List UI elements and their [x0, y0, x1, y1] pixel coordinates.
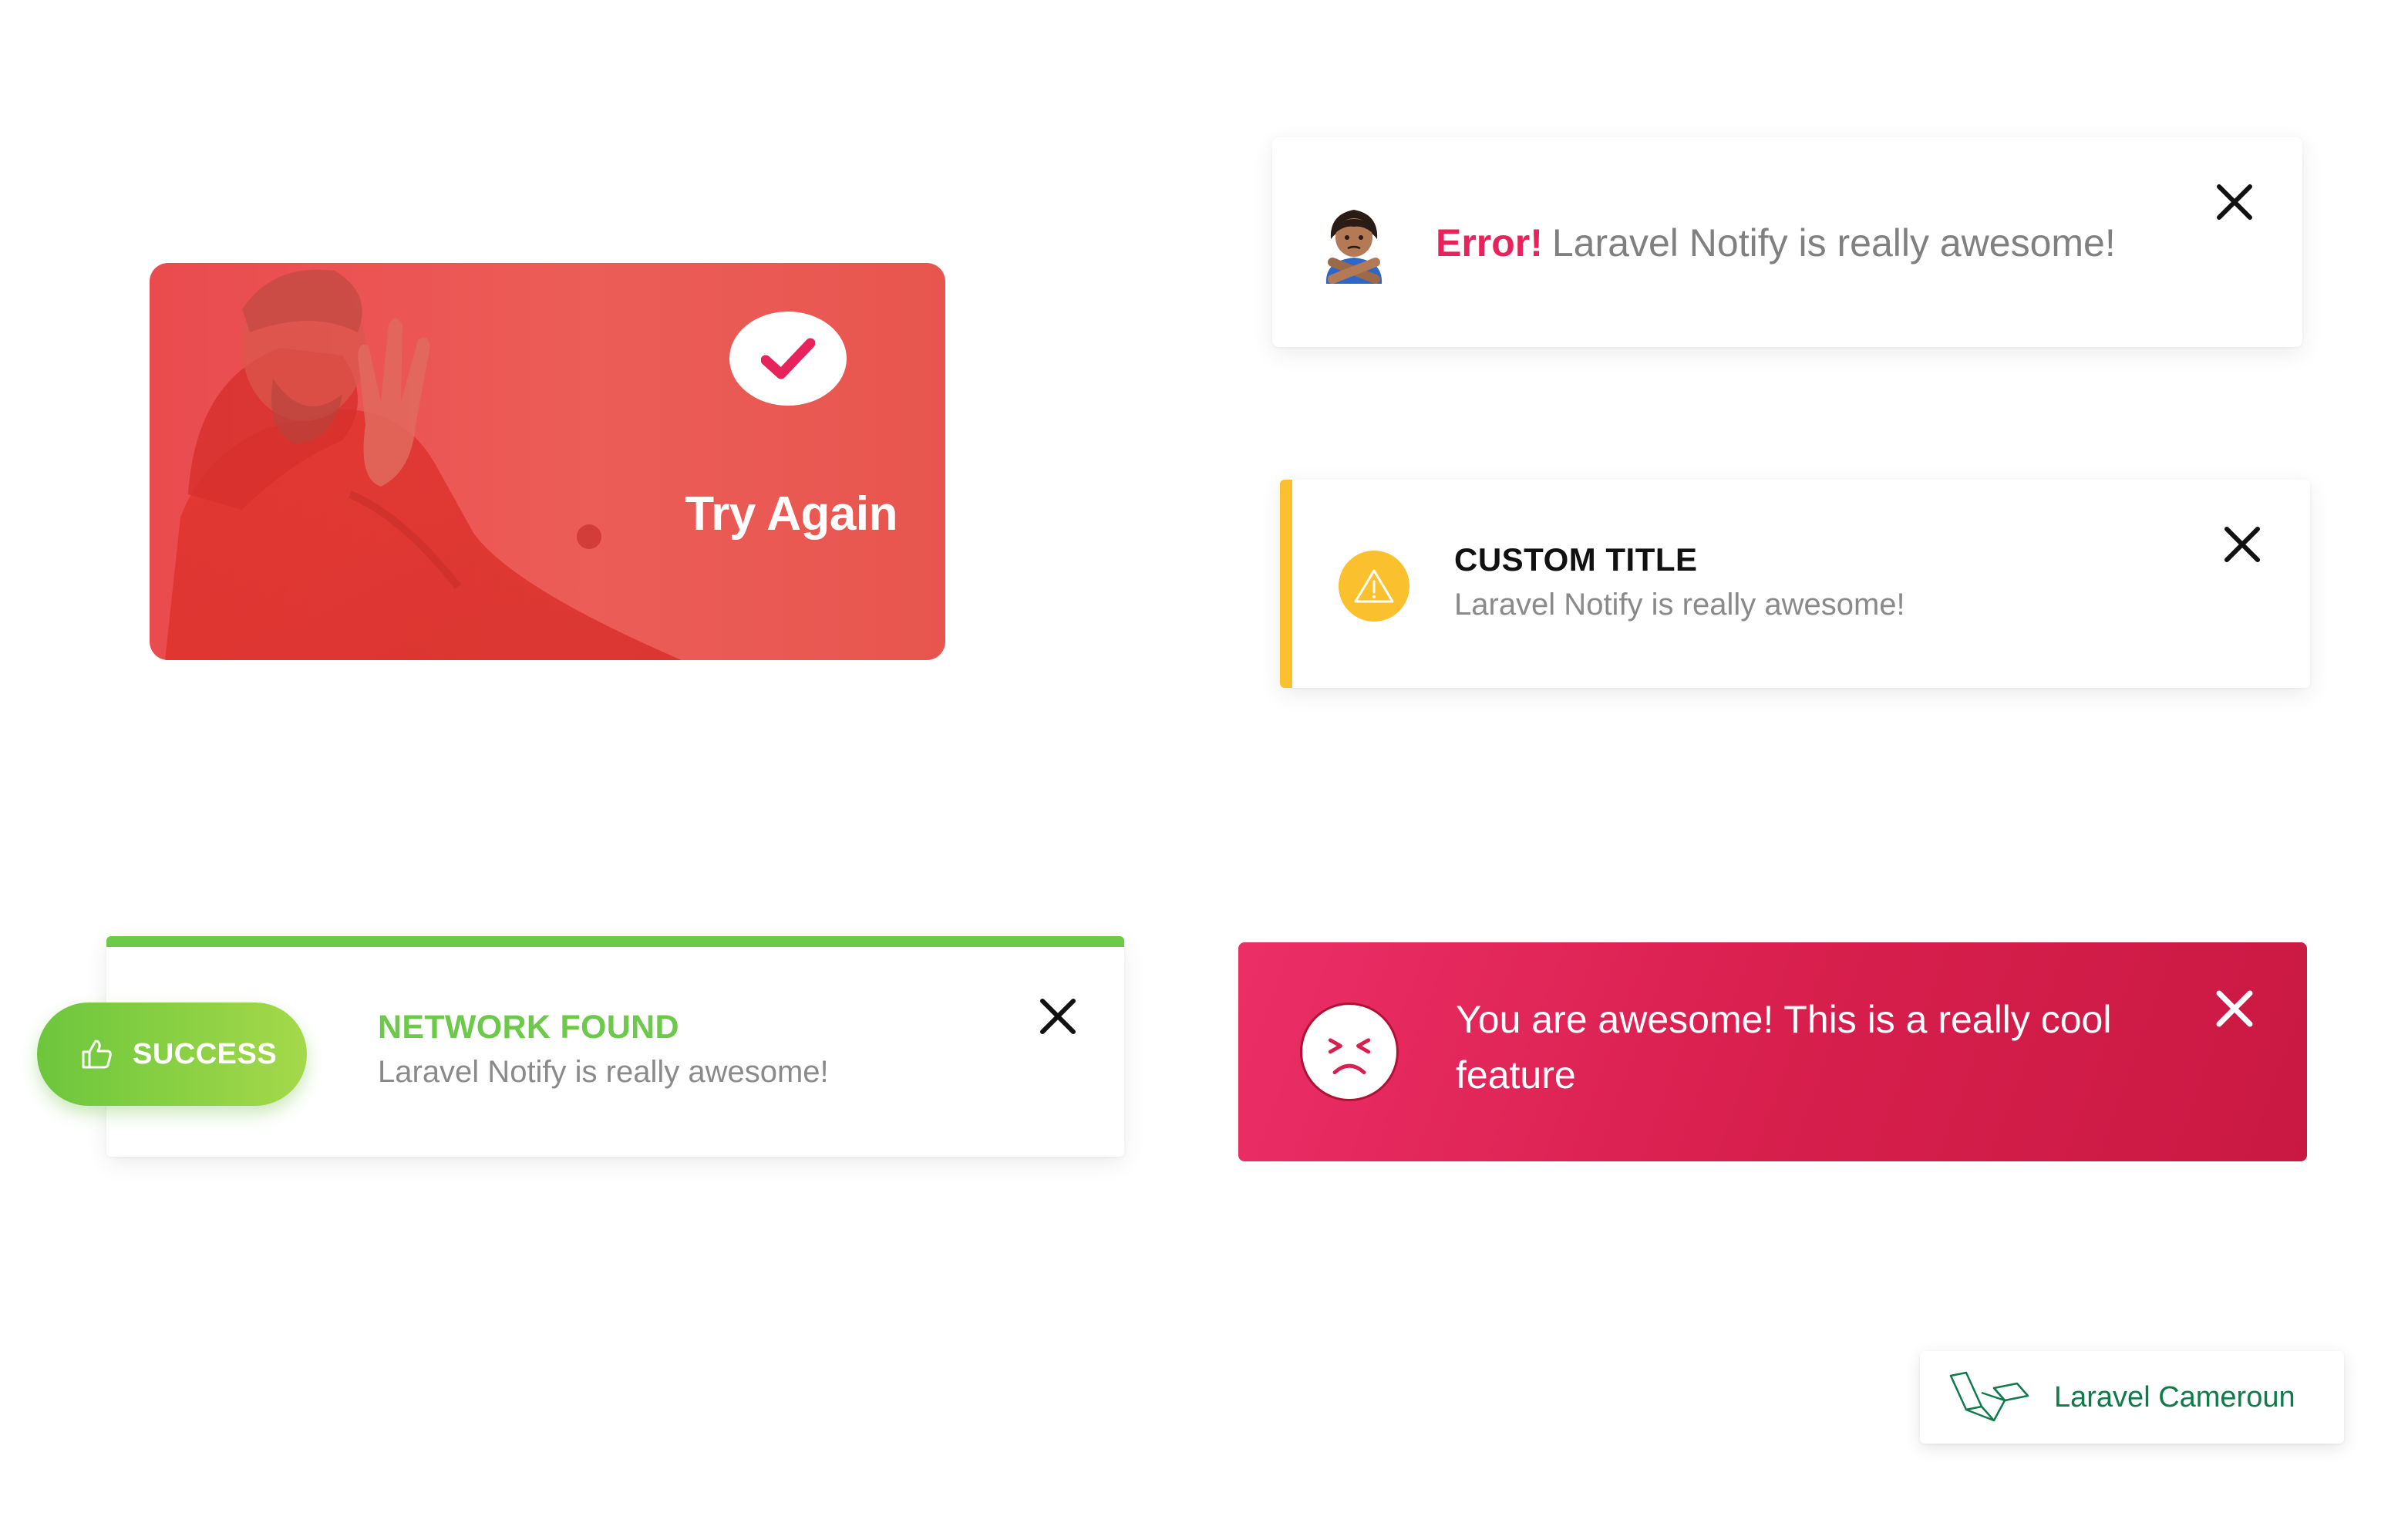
- drake-notification-card: Try Again: [150, 263, 945, 660]
- notification-message: You are awesome! This is a really cool f…: [1456, 998, 2112, 1097]
- custom-title-notification-card: CUSTOM TITLE Laravel Notify is really aw…: [1280, 480, 2310, 688]
- progress-bar: [106, 936, 1124, 947]
- close-icon[interactable]: [1035, 993, 1081, 1040]
- notification-message: Laravel Notify is really awesome!: [1454, 588, 1905, 622]
- person-gesturing-no-emoji: [1325, 210, 1382, 284]
- accent-bar: [1280, 480, 1292, 688]
- error-emphasis: Error!: [1436, 221, 1543, 265]
- awesome-notification-card: You are awesome! This is a really cool f…: [1238, 942, 2307, 1161]
- close-icon[interactable]: [2211, 986, 2258, 1032]
- warning-icon: [1339, 551, 1409, 622]
- success-badge-label: SUCCESS: [133, 1037, 278, 1070]
- laravel-logo-icon: [1949, 1371, 2029, 1422]
- close-icon[interactable]: [2219, 521, 2265, 568]
- brand-label: Laravel Cameroun: [2054, 1380, 2295, 1414]
- error-notification-card: Error! Laravel Notify is really awesome!: [1272, 137, 2302, 347]
- drake-card-label: Try Again: [685, 487, 898, 541]
- success-badge: SUCCESS: [37, 1002, 307, 1106]
- sad-face-icon: [1300, 1002, 1399, 1101]
- thumbs-up-icon: [82, 1040, 112, 1069]
- notification-title: NETWORK FOUND: [378, 1009, 679, 1046]
- check-icon: [729, 312, 847, 406]
- notification-message: Laravel Notify is really awesome!: [378, 1055, 829, 1089]
- brand-badge[interactable]: Laravel Cameroun: [1920, 1351, 2344, 1444]
- error-notification-text: Error! Laravel Notify is really awesome!: [1436, 221, 2116, 265]
- error-message: Laravel Notify is really awesome!: [1551, 221, 2116, 265]
- notification-title: CUSTOM TITLE: [1454, 541, 1698, 578]
- close-icon[interactable]: [2211, 179, 2258, 225]
